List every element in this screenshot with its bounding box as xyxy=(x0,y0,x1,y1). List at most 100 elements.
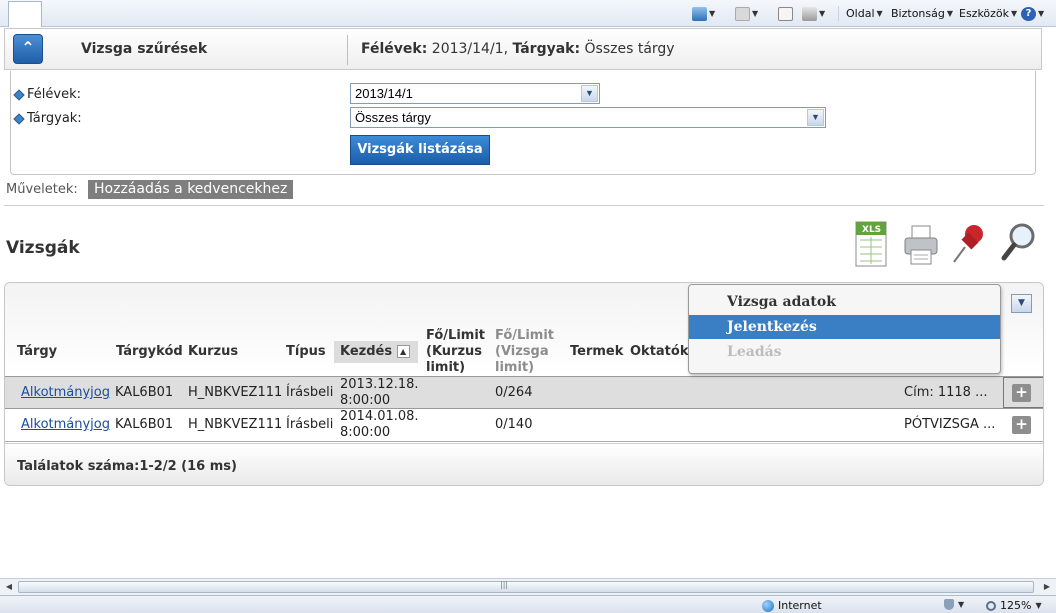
course-code: H_NBKVEZ111 xyxy=(188,385,283,400)
column-header-subject[interactable]: Tárgy xyxy=(17,344,57,360)
row-actions-button[interactable]: + xyxy=(1012,384,1031,402)
exam-start: 2013.12.18. 8:00:00 xyxy=(340,377,419,408)
chevron-down-icon[interactable]: ▼ xyxy=(807,109,824,126)
home-button[interactable]: ▼ xyxy=(692,5,715,22)
column-header-exam-limit[interactable]: Fő/Limit (Vizsga limit) xyxy=(495,328,554,376)
column-chooser-dropdown[interactable]: ▼ xyxy=(1011,294,1032,313)
home-icon xyxy=(692,6,707,21)
protected-mode[interactable]: ▼ xyxy=(944,599,964,610)
collapse-filter-button[interactable]: ⌃ xyxy=(13,34,43,64)
subject-code: KAL6B01 xyxy=(115,417,174,432)
column-header-subject-code[interactable]: Tárgykód xyxy=(116,344,183,360)
chevron-down-icon[interactable]: ▼ xyxy=(581,85,598,102)
exam-note: Cím: 1118 ... xyxy=(904,385,988,400)
print-button[interactable]: ▼ xyxy=(802,5,825,22)
horizontal-scrollbar[interactable]: ◀ ||| ▶ xyxy=(0,578,1056,595)
semester-select[interactable]: 2013/14/1 ▼ xyxy=(350,83,600,104)
status-bar: Internet ▼ 125% ▼ xyxy=(0,595,1056,613)
menu-item-exam-details[interactable]: Vizsga adatok xyxy=(689,290,1000,314)
chevron-down-icon: ▼ xyxy=(752,9,759,18)
filter-panel: Félévek: 2013/14/1 ▼ Tárgyak: Összes tár… xyxy=(10,71,1036,175)
menu-item-drop: Leadás xyxy=(727,344,782,360)
printer-icon xyxy=(904,225,938,265)
xls-export-icon: XLS xyxy=(855,221,887,267)
print-list-button[interactable] xyxy=(902,220,940,272)
column-header-start[interactable]: Kezdés ▲ xyxy=(340,344,410,360)
filter-summary: Félévek: 2013/14/1, Tárgyak: Összes tárg… xyxy=(361,41,675,57)
chevron-down-icon: ▼ xyxy=(958,600,965,609)
column-header-course[interactable]: Kurzus xyxy=(188,344,238,360)
chevron-down-icon: ▼ xyxy=(946,9,954,18)
search-button[interactable] xyxy=(1000,220,1038,272)
chevron-down-icon: ▼ xyxy=(709,9,716,18)
zoom-control[interactable]: 125% ▼ xyxy=(986,599,1042,612)
row-actions-button[interactable]: + xyxy=(1012,416,1031,434)
exam-note: PÓTVIZSGA ... xyxy=(904,417,996,432)
exam-type: Írásbeli xyxy=(286,417,334,432)
scrollbar-thumb[interactable] xyxy=(18,581,1034,593)
plus-icon: + xyxy=(1015,383,1028,401)
security-zone: Internet xyxy=(762,599,822,612)
shield-icon xyxy=(944,599,954,610)
pushpin-icon xyxy=(953,225,983,263)
exam-type: Írásbeli xyxy=(286,385,334,400)
plus-icon: + xyxy=(1015,415,1028,433)
row-context-menu: Vizsga adatok Jelentkezés Leadás xyxy=(688,284,1001,374)
grip-icon: ||| xyxy=(500,580,509,589)
list-exams-button[interactable]: Vizsgák listázása xyxy=(350,135,490,165)
printer-icon xyxy=(802,6,817,21)
course-code: H_NBKVEZ111 xyxy=(188,417,283,432)
menu-page[interactable]: Oldal ▼ xyxy=(846,5,883,22)
column-header-rooms[interactable]: Termek xyxy=(570,344,623,360)
scroll-right-icon[interactable]: ▶ xyxy=(1040,581,1054,593)
exam-limit: 0/140 xyxy=(495,417,533,432)
globe-icon xyxy=(762,599,774,612)
scroll-left-icon[interactable]: ◀ xyxy=(2,581,16,593)
menu-tools[interactable]: Eszközök ▼ xyxy=(959,5,1017,22)
exam-start: 2014.01.08. 8:00:00 xyxy=(340,409,419,440)
table-row[interactable]: Alkotmányjog KAL6B01 H_NBKVEZ111 Írásbel… xyxy=(5,376,1043,409)
help-icon: ? xyxy=(1021,6,1036,21)
subject-select[interactable]: Összes tárgy ▼ xyxy=(350,107,826,128)
help-button[interactable]: ? ▼ xyxy=(1021,5,1044,22)
add-favorite-button[interactable]: Hozzáadás a kedvencekhez xyxy=(88,180,294,199)
subject-link[interactable]: Alkotmányjog xyxy=(21,417,110,433)
filter-title: Vizsga szűrések xyxy=(81,41,208,57)
browser-tab[interactable] xyxy=(8,1,42,27)
subject-code: KAL6B01 xyxy=(115,385,174,400)
column-header-course-limit[interactable]: Fő/Limit (Kurzus limit) xyxy=(426,328,485,376)
mail-icon xyxy=(778,6,793,21)
results-count: Találatok száma:1-2/2 (16 ms) xyxy=(17,459,237,474)
column-header-type[interactable]: Típus xyxy=(286,344,326,360)
mail-button[interactable] xyxy=(778,5,793,22)
chevron-down-icon: ▼ xyxy=(876,9,883,18)
chevron-down-icon: ▼ xyxy=(1011,9,1018,18)
browser-command-bar: ▼ ▼ ▼ Oldal ▼ Biztonság ▼ Eszközök ▼ ? ▼ xyxy=(0,0,1056,27)
sort-ascending-icon[interactable]: ▲ xyxy=(396,345,410,358)
pin-button[interactable] xyxy=(950,220,988,272)
svg-text:XLS: XLS xyxy=(862,225,881,235)
subject-link[interactable]: Alkotmányjog xyxy=(21,385,110,401)
feeds-button[interactable]: ▼ xyxy=(735,5,758,22)
export-xls-button[interactable]: XLS xyxy=(852,220,890,272)
chevron-down-icon: ▼ xyxy=(1035,601,1042,610)
subject-label: Tárgyak: xyxy=(13,111,82,126)
zoom-icon xyxy=(986,600,996,611)
magnifier-icon xyxy=(1001,223,1035,261)
filter-header: ⌃ Vizsga szűrések Félévek: 2013/14/1, Tá… xyxy=(4,28,1042,70)
exam-limit: 0/264 xyxy=(495,385,533,400)
operations-label: Műveletek: xyxy=(6,182,78,197)
chevron-down-icon: ▼ xyxy=(1038,9,1045,18)
semester-label: Félévek: xyxy=(13,87,81,102)
chevron-down-icon: ▼ xyxy=(819,9,826,18)
table-footer: Találatok száma:1-2/2 (16 ms) xyxy=(5,443,1043,485)
bullet-icon xyxy=(13,88,25,101)
column-header-teachers[interactable]: Oktatók xyxy=(630,344,688,360)
chevron-up-icon: ⌃ xyxy=(21,38,35,57)
menu-item-register[interactable]: Jelentkezés xyxy=(689,315,1000,339)
menu-security[interactable]: Biztonság ▼ xyxy=(891,5,953,22)
bullet-icon xyxy=(13,112,25,125)
table-row[interactable]: Alkotmányjog KAL6B01 H_NBKVEZ111 Írásbel… xyxy=(5,409,1043,442)
rss-feed-icon xyxy=(735,6,750,21)
section-title: Vizsgák xyxy=(6,238,80,258)
